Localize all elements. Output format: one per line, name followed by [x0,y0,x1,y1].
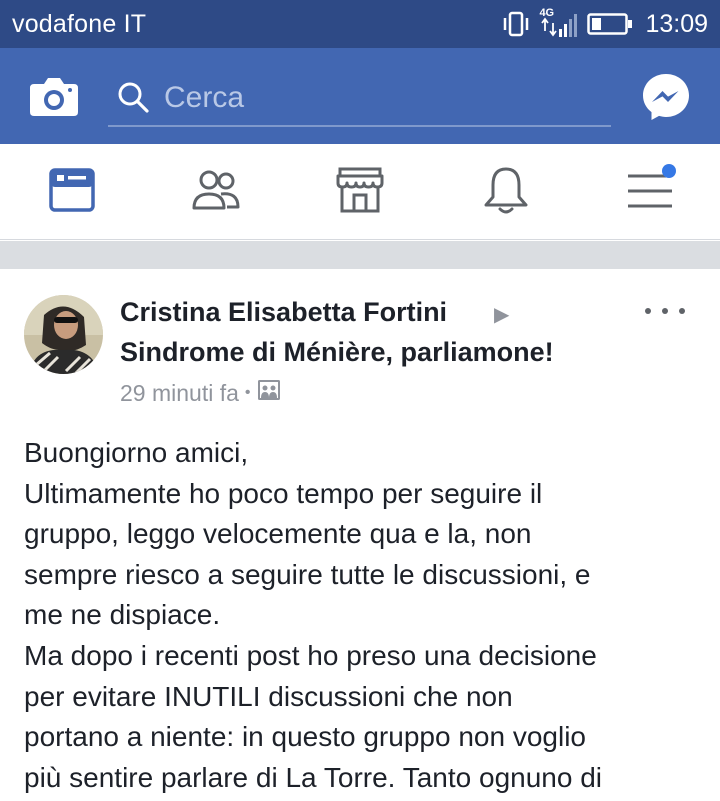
more-dot [679,308,685,314]
tab-bar [0,144,720,240]
shared-to-arrow: ▶ [494,304,510,326]
vibrate-icon [501,10,531,38]
menu-icon [620,163,676,221]
tab-notifications[interactable] [476,162,536,222]
post-text-line: Ultimamente ho poco tempo per seguire il [24,477,543,509]
post-author-name[interactable]: Cristina Elisabetta Fortini [120,297,447,328]
tab-marketplace[interactable] [330,162,390,222]
bell-icon [483,165,529,220]
post-timestamp[interactable]: 29 minuti fa [120,380,239,407]
more-dot [645,308,651,314]
post-text-line: sempre riesco a seguire tutte le discuss… [24,558,591,590]
post-text-line: me ne dispiace. [24,599,221,631]
camera-icon [28,78,80,124]
notification-dot [662,163,676,178]
post-text-line: Ma dopo i recenti post ho preso una deci… [24,639,597,671]
carrier-name: vodafone IT [12,10,147,38]
camera-button[interactable] [28,72,80,120]
search-bar[interactable] [108,72,611,127]
feed-post: Cristina Elisabetta Fortini ▶ Sindrome d… [0,269,720,801]
search-input[interactable] [164,78,594,118]
tab-news-feed[interactable] [42,162,102,222]
battery-icon [587,12,633,36]
news-feed-icon [48,166,96,219]
group-privacy-icon [257,379,281,407]
messenger-button[interactable] [641,72,691,122]
post-meta: 29 minuti fa • [120,379,281,407]
search-icon [116,80,150,114]
friends-icon [191,166,241,219]
tab-menu[interactable] [618,162,678,222]
top-bar [0,48,720,144]
tab-friends[interactable] [186,162,246,222]
feed-separator [0,241,720,269]
status-indicators: 4G 13:09 [501,6,708,42]
avatar[interactable] [24,295,103,374]
post-group-name[interactable]: Sindrome di Ménière, parliamone! [120,337,554,368]
post-text-line: gruppo, leggo velocemente qua e la, non [24,518,532,550]
post-text-line: per evitare INUTILI discussioni che non [24,680,513,712]
post-options-button[interactable] [645,303,685,319]
post-body: Buongiorno amici, Ultimamente ho poco te… [24,433,704,798]
post-text-line: portano a niente: in questo gruppo non v… [24,721,586,753]
post-text-line: più sentire parlare di La Torre. Tanto o… [24,761,603,793]
meta-separator: • [244,384,251,401]
marketplace-icon [335,166,385,219]
messenger-icon [641,74,691,126]
more-dot [662,308,668,314]
post-text-line: Buongiorno amici, [24,437,249,468]
status-bar: vodafone IT 4G 13:09 [0,0,720,48]
signal-icon: 4G [539,7,579,39]
clock: 13:09 [645,9,708,38]
